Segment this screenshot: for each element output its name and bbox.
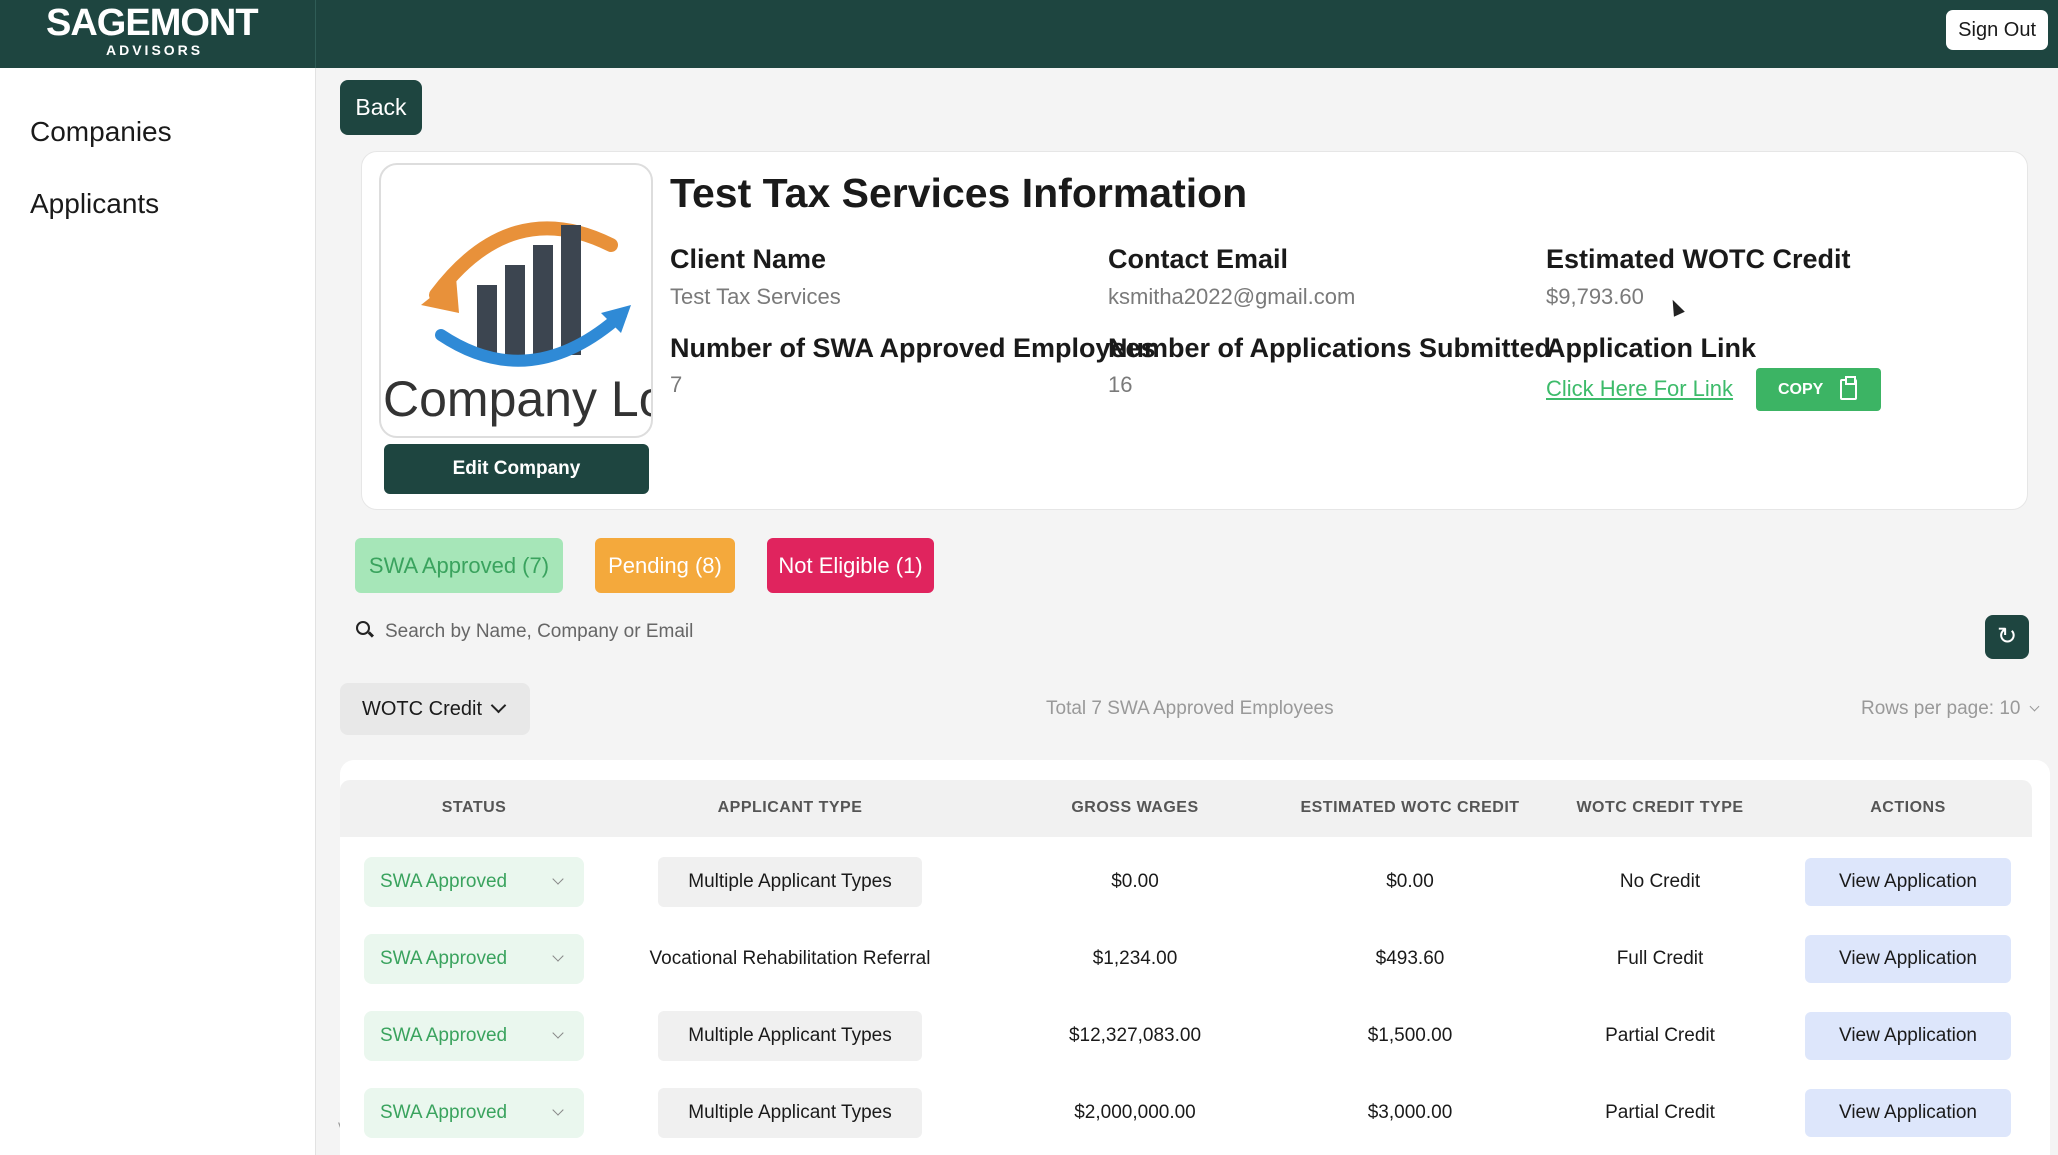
total-count-text: Total 7 SWA Approved Employees: [1046, 698, 1334, 719]
applicant-type-badge: Multiple Applicant Types: [658, 1088, 922, 1138]
applicant-type-badge: Multiple Applicant Types: [658, 1011, 922, 1061]
filter-swa-approved[interactable]: SWA Approved (7): [355, 538, 563, 593]
view-application-button[interactable]: View Application: [1805, 1012, 2011, 1060]
client-name-value: Test Tax Services: [670, 284, 841, 309]
applicant-type-text: Vocational Rehabilitation Referral: [649, 948, 931, 969]
gross-wages-cell: $2,000,000.00: [1074, 1102, 1196, 1123]
sign-out-button[interactable]: Sign Out: [1946, 10, 2048, 50]
gross-wages-cell: $1,234.00: [1092, 948, 1178, 969]
column-header-gross-wages[interactable]: GROSS WAGES: [1035, 799, 1235, 817]
estimated-credit-value: $9,793.60: [1546, 284, 1644, 309]
contact-email-label: Contact Email: [1108, 244, 1289, 274]
status-value: SWA Approved: [380, 1102, 508, 1123]
column-header-estimated-credit[interactable]: ESTIMATED WOTC CREDIT: [1290, 799, 1530, 817]
column-header-credit-type[interactable]: WOTC CREDIT TYPE: [1560, 799, 1760, 817]
column-header-status[interactable]: STATUS: [364, 799, 584, 817]
application-link[interactable]: Click Here For Link: [1546, 376, 1733, 402]
brand-logo[interactable]: SAGEMONT ADVISORS: [0, 0, 316, 68]
gross-wages-cell: $0.00: [1111, 871, 1159, 892]
estimated-credit-cell: $0.00: [1386, 871, 1434, 892]
company-logo-graphic: [421, 221, 631, 367]
estimated-credit-cell: $1,500.00: [1367, 1025, 1453, 1046]
company-logo: Company Logo: [379, 163, 653, 438]
filter-pending[interactable]: Pending (8): [595, 538, 735, 593]
logo-wordmark: SAGEMONT: [46, 2, 259, 44]
swa-count-value: 7: [670, 372, 683, 397]
chevron-down-icon: [552, 950, 564, 962]
search-icon: [356, 621, 370, 635]
view-application-button[interactable]: View Application: [1805, 935, 2011, 983]
chevron-down-icon: [552, 1027, 564, 1039]
sort-dropdown[interactable]: WOTC Credit: [340, 683, 530, 735]
application-link-label: Application Link: [1546, 333, 1757, 363]
chevron-down-icon: [552, 1104, 564, 1116]
sidebar-item-applicants[interactable]: Applicants: [30, 188, 159, 220]
client-name-label: Client Name: [670, 244, 827, 274]
status-dropdown[interactable]: SWA Approved: [364, 1011, 584, 1061]
sidebar: Companies Applicants: [0, 68, 316, 1155]
credit-type-cell: Partial Credit: [1605, 1025, 1715, 1046]
credit-type-cell: Partial Credit: [1605, 1102, 1715, 1123]
credit-type-cell: No Credit: [1619, 871, 1701, 892]
view-application-button[interactable]: View Application: [1805, 858, 2011, 906]
page-title: Test Tax Services Information: [670, 170, 1248, 216]
status-value: SWA Approved: [380, 1025, 508, 1046]
refresh-icon: ↻: [1996, 623, 2018, 650]
refresh-button[interactable]: ↻: [1985, 615, 2029, 659]
status-value: SWA Approved: [380, 871, 508, 892]
chevron-down-icon: [2029, 701, 2039, 712]
sort-label: WOTC Credit: [362, 698, 482, 720]
copy-link-button[interactable]: COPY: [1756, 368, 1881, 411]
search-input[interactable]: Search by Name, Company or Email: [340, 609, 1094, 657]
contact-email-value: ksmitha2022@gmail.com: [1108, 284, 1356, 309]
swa-count-label: Number of SWA Approved Employees: [670, 333, 1156, 363]
estimated-credit-label: Estimated WOTC Credit: [1546, 244, 1851, 274]
chevron-down-icon: [490, 697, 507, 714]
status-value: SWA Approved: [380, 948, 508, 969]
column-header-actions: ACTIONS: [1870, 799, 1946, 816]
edit-company-button[interactable]: Edit Company: [384, 444, 649, 494]
column-header-applicant-type[interactable]: APPLICANT TYPE: [630, 799, 950, 817]
rows-per-page-select[interactable]: Rows per page: 10: [1861, 698, 2039, 720]
search-placeholder: Search by Name, Company or Email: [385, 621, 694, 642]
status-dropdown[interactable]: SWA Approved: [364, 934, 584, 984]
rows-per-page-label: Rows per page: 10: [1861, 698, 2021, 719]
status-dropdown[interactable]: SWA Approved: [364, 857, 584, 907]
back-button[interactable]: Back: [340, 80, 422, 135]
estimated-credit-cell: $3,000.00: [1367, 1102, 1453, 1123]
credit-type-cell: Full Credit: [1616, 948, 1704, 969]
applications-count-label: Number of Applications Submitted: [1108, 333, 1552, 363]
status-dropdown[interactable]: SWA Approved: [364, 1088, 584, 1138]
clipboard-icon: [1840, 376, 1857, 400]
sidebar-item-companies[interactable]: Companies: [30, 116, 172, 148]
applications-count-value: 16: [1108, 372, 1133, 397]
logo-placeholder-text: Company Logo: [383, 371, 651, 427]
view-application-button[interactable]: View Application: [1805, 1089, 2011, 1137]
estimated-credit-cell: $493.60: [1375, 948, 1445, 969]
copy-label: COPY: [1778, 381, 1824, 398]
logo-subtitle: ADVISORS: [106, 42, 204, 58]
top-bar: SAGEMONT ADVISORS Sign Out: [0, 0, 2058, 68]
applicant-type-badge: Multiple Applicant Types: [658, 857, 922, 907]
chevron-down-icon: [552, 873, 564, 885]
gross-wages-cell: $12,327,083.00: [1068, 1025, 1202, 1046]
filter-not-eligible[interactable]: Not Eligible (1): [767, 538, 934, 593]
